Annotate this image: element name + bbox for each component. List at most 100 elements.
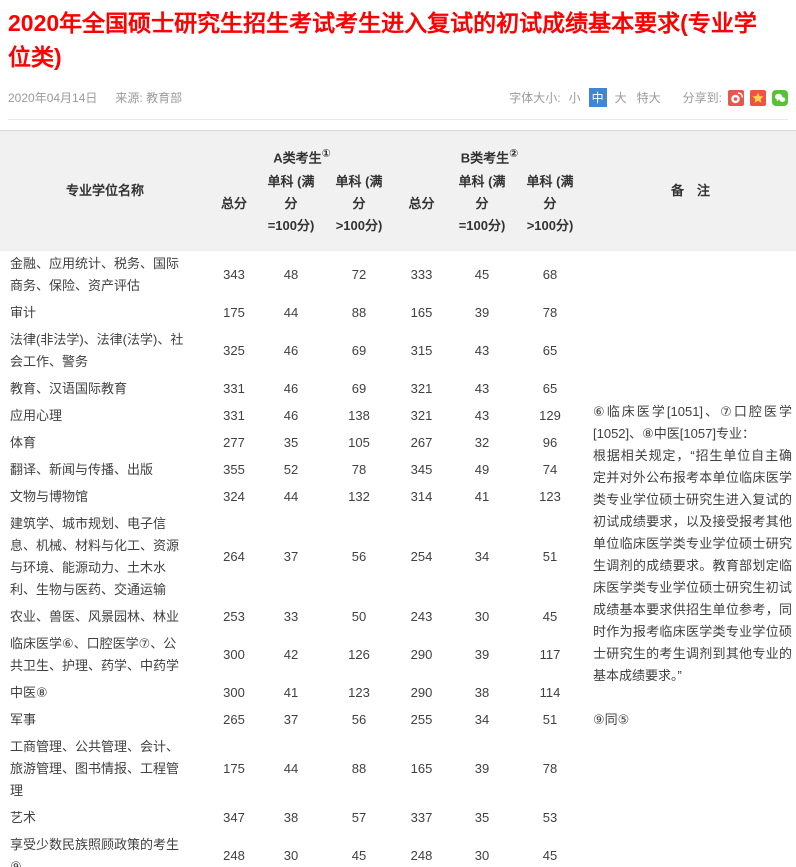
score-cell: 123 bbox=[515, 484, 585, 511]
score-cell: 290 bbox=[394, 680, 449, 707]
score-cell: 41 bbox=[258, 680, 324, 707]
page-title: 2020年全国硕士研究生招生考试考生进入复试的初试成绩基本要求(专业学位类) bbox=[8, 6, 772, 74]
score-cell: 72 bbox=[324, 251, 394, 300]
score-cell: 88 bbox=[324, 734, 394, 805]
col-header-total-b: 总分 bbox=[394, 169, 449, 251]
table-row: 金融、应用统计、税务、国际商务、保险、资产评估34348723334568⑥临床… bbox=[0, 251, 796, 300]
font-size-small-button[interactable]: 小 bbox=[567, 88, 583, 107]
score-cell: 30 bbox=[258, 832, 324, 867]
score-cell: 34 bbox=[449, 511, 515, 604]
degree-name-cell: 翻译、新闻与传播、出版 bbox=[0, 457, 210, 484]
source-label: 来源: 教育部 bbox=[115, 91, 182, 105]
score-cell: 43 bbox=[449, 327, 515, 376]
degree-name-cell: 军事 bbox=[0, 707, 210, 734]
font-size-xlarge-button[interactable]: 特大 bbox=[635, 88, 663, 107]
remark-paragraph: ⑨同⑤ bbox=[593, 709, 792, 731]
score-cell: 50 bbox=[324, 604, 394, 631]
share-label: 分享到: bbox=[683, 89, 722, 106]
score-cell: 35 bbox=[449, 805, 515, 832]
remark-paragraph: 根据相关规定，“招生单位自主确定并对外公布报考本单位临床医学类专业学位硕士研究生… bbox=[593, 445, 792, 687]
score-cell: 324 bbox=[210, 484, 258, 511]
font-size-large-button[interactable]: 大 bbox=[613, 88, 629, 107]
score-cell: 46 bbox=[258, 376, 324, 403]
score-cell: 321 bbox=[394, 376, 449, 403]
score-cell: 45 bbox=[324, 832, 394, 867]
col-group-a: A类考生① bbox=[210, 131, 394, 170]
meta-right: 字体大小: 小 中 大 特大 分享到: bbox=[509, 88, 788, 107]
degree-name-cell: 艺术 bbox=[0, 805, 210, 832]
wechat-icon[interactable] bbox=[772, 90, 788, 106]
score-cell: 347 bbox=[210, 805, 258, 832]
score-cell: 38 bbox=[258, 805, 324, 832]
score-cell: 52 bbox=[258, 457, 324, 484]
score-cell: 33 bbox=[258, 604, 324, 631]
meta-left: 2020年04月14日 来源: 教育部 bbox=[8, 89, 200, 106]
degree-name-cell: 金融、应用统计、税务、国际商务、保险、资产评估 bbox=[0, 251, 210, 300]
article-page: 2020年全国硕士研究生招生考试考生进入复试的初试成绩基本要求(专业学位类) 2… bbox=[0, 6, 796, 867]
score-cell: 44 bbox=[258, 734, 324, 805]
score-cell: 325 bbox=[210, 327, 258, 376]
score-cell: 123 bbox=[324, 680, 394, 707]
score-cell: 78 bbox=[515, 734, 585, 805]
weibo-icon[interactable] bbox=[728, 90, 744, 106]
score-cell: 290 bbox=[394, 631, 449, 680]
score-cell: 265 bbox=[210, 707, 258, 734]
score-cell: 78 bbox=[515, 300, 585, 327]
score-cell: 255 bbox=[394, 707, 449, 734]
score-cell: 138 bbox=[324, 403, 394, 430]
degree-name-cell: 体育 bbox=[0, 430, 210, 457]
font-size-medium-button[interactable]: 中 bbox=[589, 88, 607, 107]
score-cell: 129 bbox=[515, 403, 585, 430]
score-cell: 38 bbox=[449, 680, 515, 707]
score-cell: 37 bbox=[258, 707, 324, 734]
degree-name-cell: 临床医学⑥、口腔医学⑦、公共卫生、护理、药学、中药学 bbox=[0, 631, 210, 680]
score-cell: 300 bbox=[210, 680, 258, 707]
score-cell: 248 bbox=[210, 832, 258, 867]
score-cell: 69 bbox=[324, 327, 394, 376]
col-header-remark: 备 注 bbox=[585, 131, 796, 252]
score-cell: 56 bbox=[324, 707, 394, 734]
degree-name-cell: 中医⑧ bbox=[0, 680, 210, 707]
score-cell: 57 bbox=[324, 805, 394, 832]
font-size-label: 字体大小: bbox=[509, 89, 560, 106]
score-cell: 126 bbox=[324, 631, 394, 680]
remark-cell: ⑥临床医学[1051]、⑦口腔医学[1052]、⑧中医[1057]专业：根据相关… bbox=[585, 251, 796, 867]
score-cell: 165 bbox=[394, 300, 449, 327]
score-cell: 43 bbox=[449, 376, 515, 403]
score-cell: 277 bbox=[210, 430, 258, 457]
score-cell: 48 bbox=[258, 251, 324, 300]
score-cell: 56 bbox=[324, 511, 394, 604]
score-cell: 331 bbox=[210, 376, 258, 403]
score-cell: 65 bbox=[515, 327, 585, 376]
col-header-major: 专业学位名称 bbox=[0, 131, 210, 252]
score-cell: 254 bbox=[394, 511, 449, 604]
score-cell: 175 bbox=[210, 300, 258, 327]
publish-date: 2020年04月14日 bbox=[8, 91, 97, 105]
score-cell: 35 bbox=[258, 430, 324, 457]
degree-name-cell: 教育、汉语国际教育 bbox=[0, 376, 210, 403]
score-cell: 337 bbox=[394, 805, 449, 832]
table-body: 金融、应用统计、税务、国际商务、保险、资产评估34348723334568⑥临床… bbox=[0, 251, 796, 867]
col-group-b: B类考生② bbox=[394, 131, 585, 170]
score-cell: 74 bbox=[515, 457, 585, 484]
score-cell: 96 bbox=[515, 430, 585, 457]
qzone-icon[interactable] bbox=[750, 90, 766, 106]
score-cell: 300 bbox=[210, 631, 258, 680]
score-cell: 45 bbox=[515, 832, 585, 867]
score-cell: 114 bbox=[515, 680, 585, 707]
score-cell: 46 bbox=[258, 403, 324, 430]
score-cell: 343 bbox=[210, 251, 258, 300]
score-cell: 44 bbox=[258, 300, 324, 327]
score-cell: 69 bbox=[324, 376, 394, 403]
score-cell: 49 bbox=[449, 457, 515, 484]
score-cell: 264 bbox=[210, 511, 258, 604]
degree-name-cell: 法律(非法学)、法律(法学)、社会工作、警务 bbox=[0, 327, 210, 376]
score-cell: 34 bbox=[449, 707, 515, 734]
score-cell: 42 bbox=[258, 631, 324, 680]
degree-name-cell: 工商管理、公共管理、会计、旅游管理、图书情报、工程管理 bbox=[0, 734, 210, 805]
score-cell: 46 bbox=[258, 327, 324, 376]
score-cell: 248 bbox=[394, 832, 449, 867]
col-header-total-a: 总分 bbox=[210, 169, 258, 251]
score-cell: 30 bbox=[449, 832, 515, 867]
score-cell: 41 bbox=[449, 484, 515, 511]
